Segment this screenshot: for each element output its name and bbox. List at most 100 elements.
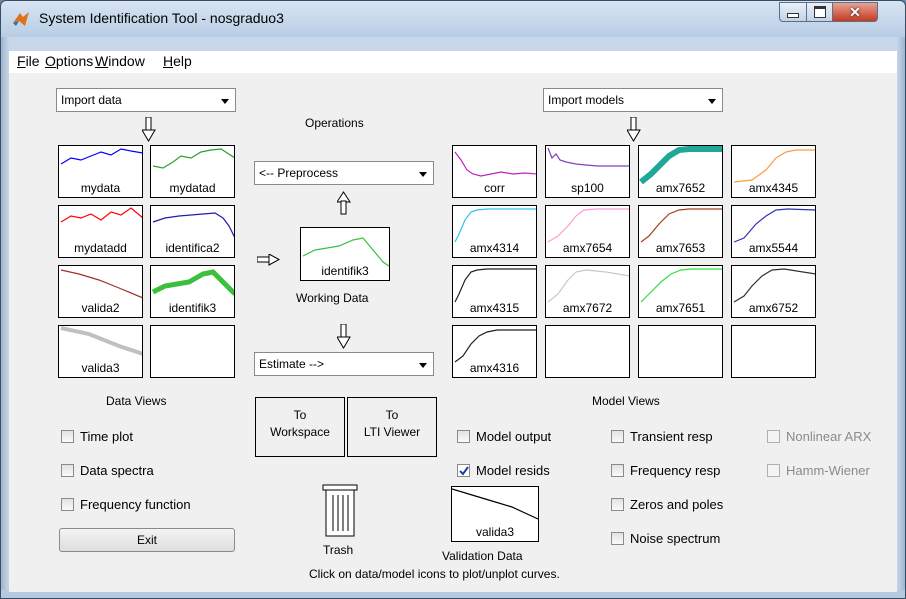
checkbox-icon[interactable] [61,430,74,443]
model-icon-label: amx7653 [655,241,706,255]
model-icon-label: amx5544 [748,241,799,255]
arrow-right-icon [257,254,281,266]
checkbox-frequency-function-label: Frequency function [80,497,191,512]
to-workspace-line1: To [293,408,307,422]
checkbox-icon[interactable] [61,464,74,477]
checkbox-icon[interactable] [611,430,624,443]
menu-bar: File Options Window Help [9,51,897,73]
model-icon-amx7672[interactable]: amx7672 [545,265,630,318]
maximize-button[interactable] [806,2,833,22]
checkbox-zeros-and-poles-label: Zeros and poles [630,497,724,512]
model-curve-amx5544 [733,208,815,243]
maximize-icon [813,6,826,18]
chevron-down-icon [419,363,427,368]
exit-button[interactable]: Exit [59,528,235,552]
working-data-caption: Working Data [296,291,369,305]
model-icon-amx4316[interactable]: amx4316 [452,325,537,378]
data-empty-slot[interactable] [150,325,235,378]
checkmark-icon[interactable] [457,464,470,477]
model-icon-sp100[interactable]: sp100 [545,145,630,198]
model-icon-label: amx7672 [562,301,613,315]
data-icon-identifik3[interactable]: identifik3 [150,265,235,318]
window-border-left [1,37,9,598]
preprocess-dropdown[interactable]: <-- Preprocess [254,161,434,185]
hint-text: Click on data/model icons to plot/unplot… [309,567,560,581]
model-icon-label: amx4316 [469,361,520,375]
data-curve-mydata [60,148,142,165]
checkbox-transient-resp-label: Transient resp [630,429,713,444]
checkbox-model-output-label: Model output [476,429,552,444]
model-icon-corr[interactable]: corr [452,145,537,198]
checkbox-model-resids-label: Model resids [476,463,550,478]
menu-window[interactable]: Window [95,53,145,69]
estimate-dropdown[interactable]: Estimate --> [254,352,434,376]
checkbox-icon[interactable] [611,532,624,545]
model-empty-slot[interactable] [545,325,630,378]
model-curve-amx7672 [547,269,629,303]
model-empty-slot[interactable] [731,325,816,378]
model-icon-amx7652[interactable]: amx7652 [638,145,723,198]
model-icon-label: amx7654 [562,241,613,255]
trash-icon[interactable] [321,483,361,539]
checkbox-icon[interactable] [611,498,624,511]
data-icon-valida2[interactable]: valida2 [58,265,143,318]
checkbox-icon[interactable] [457,430,470,443]
model-icon-label: amx4315 [469,301,520,315]
to-workspace-button[interactable]: To Workspace [255,397,345,457]
data-views-title: Data Views [106,394,167,408]
working-data-label: identifik3 [321,264,369,278]
validation-data-icon[interactable]: valida3 [451,486,539,542]
validation-data-caption: Validation Data [442,549,523,563]
data-icon-label: valida2 [81,301,120,315]
model-icon-label: amx4314 [469,241,520,255]
model-icon-amx6752[interactable]: amx6752 [731,265,816,318]
data-icon-mydatadd[interactable]: mydatadd [58,205,143,258]
data-icon-identifica2[interactable]: identifica2 [150,205,235,258]
data-icon-valida3[interactable]: valida3 [58,325,143,378]
close-button[interactable]: ✕ [832,2,878,22]
to-lti-viewer-button[interactable]: To LTI Viewer [347,397,437,457]
exit-label: Exit [136,533,157,547]
model-icon-amx4315[interactable]: amx4315 [452,265,537,318]
data-icon-label: valida3 [81,361,120,375]
to-lti-line1: To [385,408,399,422]
data-icon-mydata[interactable]: mydata [58,145,143,198]
data-icon-mydatad[interactable]: mydatad [150,145,235,198]
data-icon-label: mydatad [169,181,216,195]
preprocess-value: <-- Preprocess [259,166,339,180]
model-curve-corr [454,151,536,177]
arrow-down-icon [142,117,156,142]
menu-help[interactable]: Help [163,53,192,69]
model-icon-amx4314[interactable]: amx4314 [452,205,537,258]
data-curve-identifica2 [152,212,234,238]
main-panel: Import data Operations <-- Preprocess id… [9,73,897,592]
model-icon-amx7651[interactable]: amx7651 [638,265,723,318]
menu-options[interactable]: Options [45,53,93,69]
minimize-button[interactable] [779,2,807,22]
checkbox-nonlinear-arx-label: Nonlinear ARX [786,429,872,444]
model-icon-label: sp100 [571,181,604,195]
import-models-dropdown[interactable]: Import models [543,88,723,112]
chevron-down-icon [221,99,229,104]
import-data-dropdown[interactable]: Import data [56,88,236,112]
title-bar[interactable]: System Identification Tool - nosgraduo3 … [1,1,905,37]
validation-data-label: valida3 [475,525,515,539]
window-border-right [897,37,905,598]
to-workspace-line2: Workspace [270,425,330,439]
checkbox-icon[interactable] [61,498,74,511]
model-empty-slot[interactable] [638,325,723,378]
model-curve-amx7653 [640,208,722,243]
app-window: System Identification Tool - nosgraduo3 … [0,0,906,599]
model-icon-amx7653[interactable]: amx7653 [638,205,723,258]
estimate-value: Estimate --> [259,357,325,371]
model-icon-amx5544[interactable]: amx5544 [731,205,816,258]
checkbox-icon[interactable] [611,464,624,477]
import-data-value: Import data [61,93,122,107]
menu-file[interactable]: File [17,53,40,69]
model-icon-amx4345[interactable]: amx4345 [731,145,816,198]
model-curve-amx4345 [733,149,815,183]
checkbox-icon [767,430,780,443]
model-icon-amx7654[interactable]: amx7654 [545,205,630,258]
data-curve-mydatadd [60,207,142,223]
working-data-icon[interactable]: identifik3 [300,227,390,281]
